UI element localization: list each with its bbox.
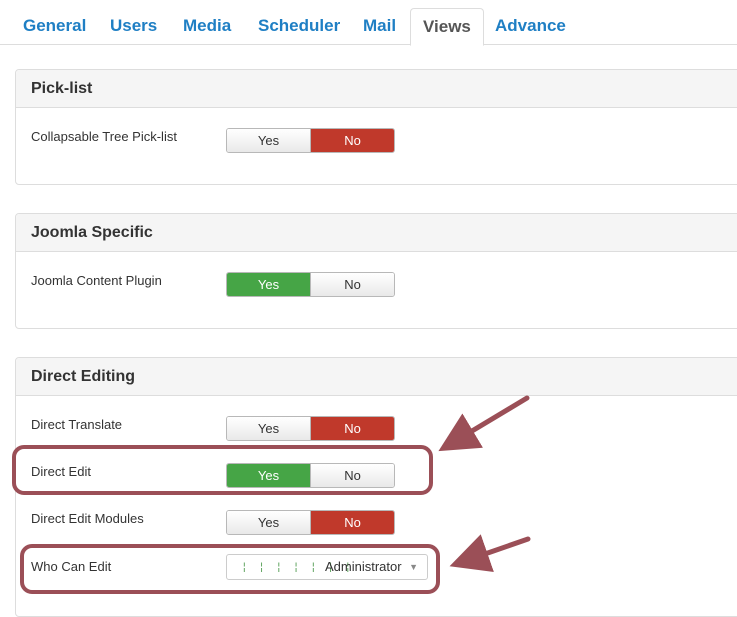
- row-direct-translate: Direct Translate Yes No: [31, 416, 731, 446]
- tab-bar: General Users Media Scheduler Mail Views…: [0, 0, 737, 46]
- row-collapsable-tree: Collapsable Tree Pick-list Yes No: [31, 128, 731, 158]
- direct-edit-modules-no-button[interactable]: No: [310, 511, 394, 534]
- collapsable-tree-yes-button[interactable]: Yes: [227, 129, 310, 152]
- direct-translate-toggle: Yes No: [226, 416, 395, 441]
- tab-views[interactable]: Views: [410, 8, 484, 46]
- who-can-edit-highlight: [20, 544, 440, 594]
- direct-edit-modules-label: Direct Edit Modules: [31, 511, 144, 526]
- direct-translate-label: Direct Translate: [31, 417, 123, 432]
- direct-edit-modules-toggle: Yes No: [226, 510, 395, 535]
- tab-mail[interactable]: Mail: [351, 8, 408, 45]
- tab-media[interactable]: Media: [171, 8, 243, 45]
- direct-translate-no-button[interactable]: No: [310, 417, 394, 440]
- direct-edit-modules-yes-button[interactable]: Yes: [227, 511, 310, 534]
- collapsable-tree-no-button[interactable]: No: [310, 129, 394, 152]
- direct-editing-title: Direct Editing: [16, 358, 737, 396]
- tab-general[interactable]: General: [11, 8, 98, 45]
- joomla-content-plugin-label: Joomla Content Plugin: [31, 273, 162, 288]
- collapsable-tree-label: Collapsable Tree Pick-list: [31, 129, 177, 144]
- row-joomla-content-plugin: Joomla Content Plugin Yes No: [31, 272, 731, 302]
- tab-users[interactable]: Users: [98, 8, 169, 45]
- direct-translate-yes-button[interactable]: Yes: [227, 417, 310, 440]
- joomla-content-plugin-toggle: Yes No: [226, 272, 395, 297]
- joomla-content-plugin-yes-button[interactable]: Yes: [227, 273, 310, 296]
- joomla-content-plugin-no-button[interactable]: No: [310, 273, 394, 296]
- tab-advance[interactable]: Advance: [483, 8, 578, 45]
- joomla-title: Joomla Specific: [16, 214, 737, 252]
- collapsable-tree-toggle: Yes No: [226, 128, 395, 153]
- picklist-panel: Pick-list Collapsable Tree Pick-list Yes…: [15, 69, 737, 185]
- tab-scheduler[interactable]: Scheduler: [246, 8, 352, 45]
- picklist-title: Pick-list: [16, 70, 737, 108]
- row-direct-edit-modules: Direct Edit Modules Yes No: [31, 510, 731, 540]
- joomla-panel: Joomla Specific Joomla Content Plugin Ye…: [15, 213, 737, 329]
- direct-edit-highlight: [12, 445, 433, 495]
